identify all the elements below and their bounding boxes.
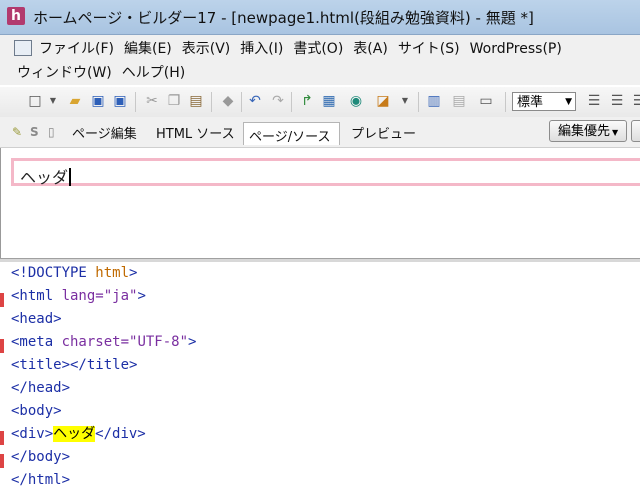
tag-text: <!DOCTYPE [11,265,96,281]
align-left-icon[interactable]: ☰ [585,92,603,110]
toolbar: □ ▼ ▰ ▣ ▣ ✂ ❐ ▤ ◆ ↶ ↷ ↱ ▦ ◉ ◪ ▼ ▥ ▤ ▭ 標準… [0,86,640,118]
tab-page-edit[interactable]: ページ編集 [72,123,137,142]
tag-text: <meta [11,334,62,350]
attr-text: lang= [61,288,104,304]
source-line[interactable]: </html> [11,469,70,492]
keyword-text: html [95,265,130,281]
copy-icon[interactable]: ❐ [165,92,183,110]
insert-dropdown-icon[interactable]: ▼ [400,92,410,110]
source-line[interactable]: <!DOCTYPE html> [11,262,137,285]
tab-page-source[interactable]: ページ/ソース [243,122,340,145]
menu-bar: ファイル(F) 編集(E) 表示(V) 挿入(I) 書式(O) 表(A) サイト… [0,35,640,85]
s-icon: S [30,125,39,139]
overflow-button[interactable] [631,120,640,142]
pencil-icon: ✎ [12,125,23,139]
tab-preview[interactable]: プレビュー [351,123,416,142]
title-bar: h ホームページ・ビルダー17 - [newpage1.html(段組み勉強資料… [0,0,640,35]
save-all-icon[interactable]: ▣ [111,92,129,110]
redo-icon[interactable]: ↷ [269,92,287,110]
tab-html-source[interactable]: HTML ソース [156,123,235,142]
window-title: ホームページ・ビルダー17 - [newpage1.html(段組み勉強資料) … [33,9,534,27]
undo-icon[interactable]: ↶ [246,92,264,110]
cut-icon[interactable]: ✂ [143,92,161,110]
menu-insert[interactable]: 挿入(I) [237,38,288,60]
line-marker [0,293,4,307]
edit-priority-label: 編集優先 [558,124,611,139]
paste-icon[interactable]: ▤ [187,92,205,110]
menu-table[interactable]: 表(A) [350,38,393,60]
new-dropdown-icon[interactable]: ▼ [48,92,58,110]
menu-view[interactable]: 表示(V) [179,38,236,60]
menu-window[interactable]: ウィンドウ(W) [14,62,117,84]
align-right-icon[interactable]: ☰ [630,92,640,110]
menu-format[interactable]: 書式(O) [290,38,348,60]
tag-text: > [129,265,138,281]
text-caret [69,168,72,186]
source-line[interactable]: <title></title> [11,354,137,377]
paragraph-style-select[interactable]: 標準 ▼ [512,92,576,111]
source-line[interactable]: <head> [11,308,62,331]
menu-edit[interactable]: 編集(E) [121,38,177,60]
chevron-down-icon: ▼ [612,128,619,137]
eraser-icon[interactable]: ◆ [219,92,237,110]
edit-priority-button[interactable]: 編集優先 ▼ [549,120,627,142]
menu-wordpress[interactable]: WordPress(P) [467,38,567,60]
source-line[interactable]: <body> [11,400,62,423]
insert-frame-icon[interactable]: ◪ [374,92,392,110]
source-line[interactable]: </body> [11,446,70,469]
line-marker [0,454,4,468]
source-view[interactable]: <!DOCTYPE html> <html lang="ja"> <head> … [0,262,640,488]
open-icon[interactable]: ▰ [66,92,84,110]
form-icon[interactable]: ▥ [425,92,443,110]
view-mode-bar: ✎ S ▯ ページ編集 HTML ソース ページ/ソース プレビュー 編集優先 ▼ [0,117,640,148]
save-icon[interactable]: ▣ [89,92,107,110]
tag-text: </div> [95,426,146,442]
source-line[interactable]: <meta charset="UTF-8"> [11,331,196,354]
header-text[interactable]: ヘッダ [20,168,68,187]
tag-text: > [137,288,146,304]
tag-text: <div> [11,426,54,442]
layout-icon[interactable]: ▭ [477,92,495,110]
value-text: "UTF-8" [129,334,189,350]
insert-web-icon[interactable]: ◉ [347,92,365,110]
table-icon[interactable]: ▤ [450,92,468,110]
design-view[interactable]: ヘッダ [0,148,640,258]
page-icon: ▯ [48,125,55,139]
style-select-value: 標準 [517,95,544,110]
line-marker [0,339,4,353]
tag-text: <html [11,288,62,304]
tag-text: > [188,334,197,350]
document-menu-icon[interactable] [14,40,32,56]
image-icon[interactable]: ▦ [320,92,338,110]
line-marker [0,431,4,445]
source-line[interactable]: </head> [11,377,70,400]
link-icon[interactable]: ↱ [298,92,316,110]
highlighted-text[interactable]: ヘッダ [53,426,96,442]
new-icon[interactable]: □ [26,92,44,110]
app-icon: h [7,7,25,25]
source-line[interactable]: <html lang="ja"> [11,285,146,308]
value-text: "ja" [103,288,138,304]
chevron-down-icon: ▼ [565,97,572,107]
attr-text: charset= [61,334,130,350]
header-block[interactable]: ヘッダ [11,158,640,187]
source-line[interactable]: <div>ヘッダ</div> [11,423,146,446]
menu-file[interactable]: ファイル(F) [36,38,119,60]
align-center-icon[interactable]: ☰ [608,92,626,110]
menu-help[interactable]: ヘルプ(H) [119,62,190,84]
menu-site[interactable]: サイト(S) [395,38,465,60]
